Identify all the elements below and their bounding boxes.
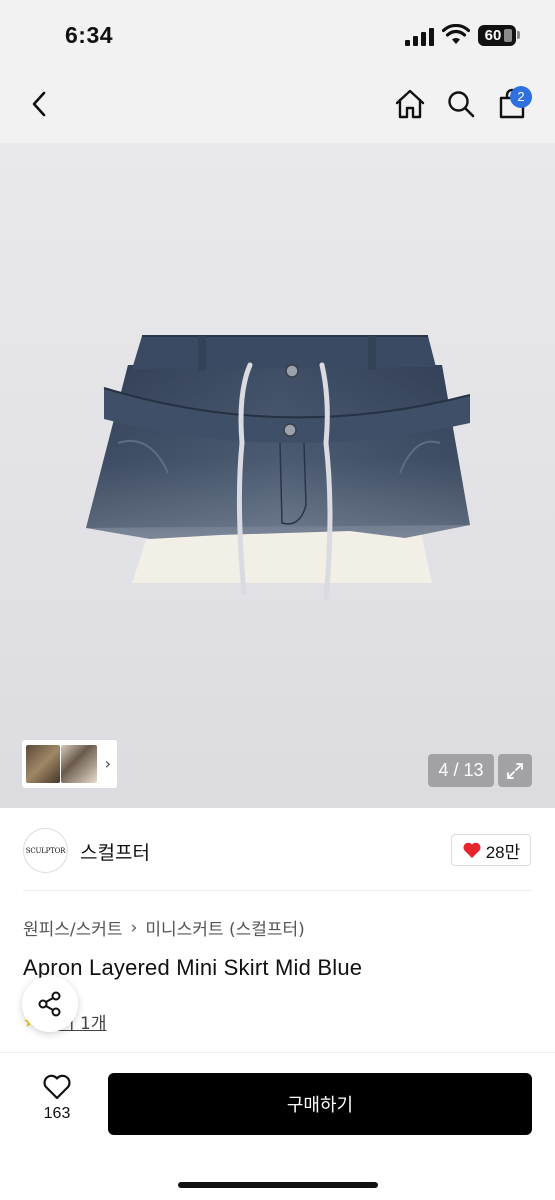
breadcrumb-separator-icon: ›: [130, 917, 138, 938]
divider: [23, 890, 532, 891]
search-icon: [448, 91, 475, 118]
breadcrumb-category[interactable]: 원피스/스커트: [23, 915, 123, 940]
breadcrumb-subcategory[interactable]: 미니스커트 (스컬프터): [145, 915, 304, 940]
expand-icon: [507, 762, 523, 779]
wifi-icon: [442, 24, 470, 44]
buy-button[interactable]: 구매하기: [108, 1073, 532, 1135]
thumbnail-image[interactable]: [26, 745, 60, 783]
cellular-signal-icon: [405, 28, 435, 46]
thumbnail-image[interactable]: [61, 745, 97, 783]
cart-count-badge: 2: [510, 86, 532, 108]
product-image-gallery[interactable]: › 4 / 13: [0, 143, 555, 808]
chevron-right-icon: ›: [104, 754, 111, 773]
status-bar: 6:34 60: [0, 0, 555, 70]
heart-filled-icon: [463, 842, 481, 858]
brand-like-button[interactable]: 28만: [451, 834, 531, 866]
brand-like-count: 28만: [485, 842, 521, 862]
search-button[interactable]: [443, 86, 479, 122]
share-button[interactable]: [22, 976, 78, 1032]
breadcrumb: 원피스/스커트 › 미니스커트 (스컬프터): [23, 915, 305, 941]
expand-button[interactable]: [498, 754, 532, 787]
image-counter: 4 / 13: [428, 754, 494, 787]
back-button[interactable]: [22, 86, 58, 122]
brand-logo[interactable]: SCULPTOR: [23, 828, 68, 873]
brand-logo-text: SCULPTOR: [25, 846, 66, 855]
product-image: [86, 335, 471, 601]
thumbnail-strip[interactable]: ›: [22, 740, 117, 788]
battery-icon: 60: [478, 25, 516, 46]
wishlist-count: 163: [43, 1105, 71, 1122]
home-indicator[interactable]: [178, 1182, 378, 1188]
share-icon: [38, 991, 61, 1017]
bottom-action-bar: 163 구매하기: [0, 1052, 555, 1200]
product-title: Apron Layered Mini Skirt Mid Blue: [23, 955, 363, 980]
brand-name[interactable]: 스컬프터: [80, 838, 150, 865]
heart-outline-icon: [43, 1074, 71, 1100]
chevron-left-icon: [32, 91, 46, 117]
nav-bar: [0, 70, 555, 143]
home-icon: [395, 89, 425, 119]
wishlist-button[interactable]: 163: [30, 1073, 84, 1123]
status-time: 6:34: [65, 22, 114, 48]
home-button[interactable]: [392, 86, 428, 122]
